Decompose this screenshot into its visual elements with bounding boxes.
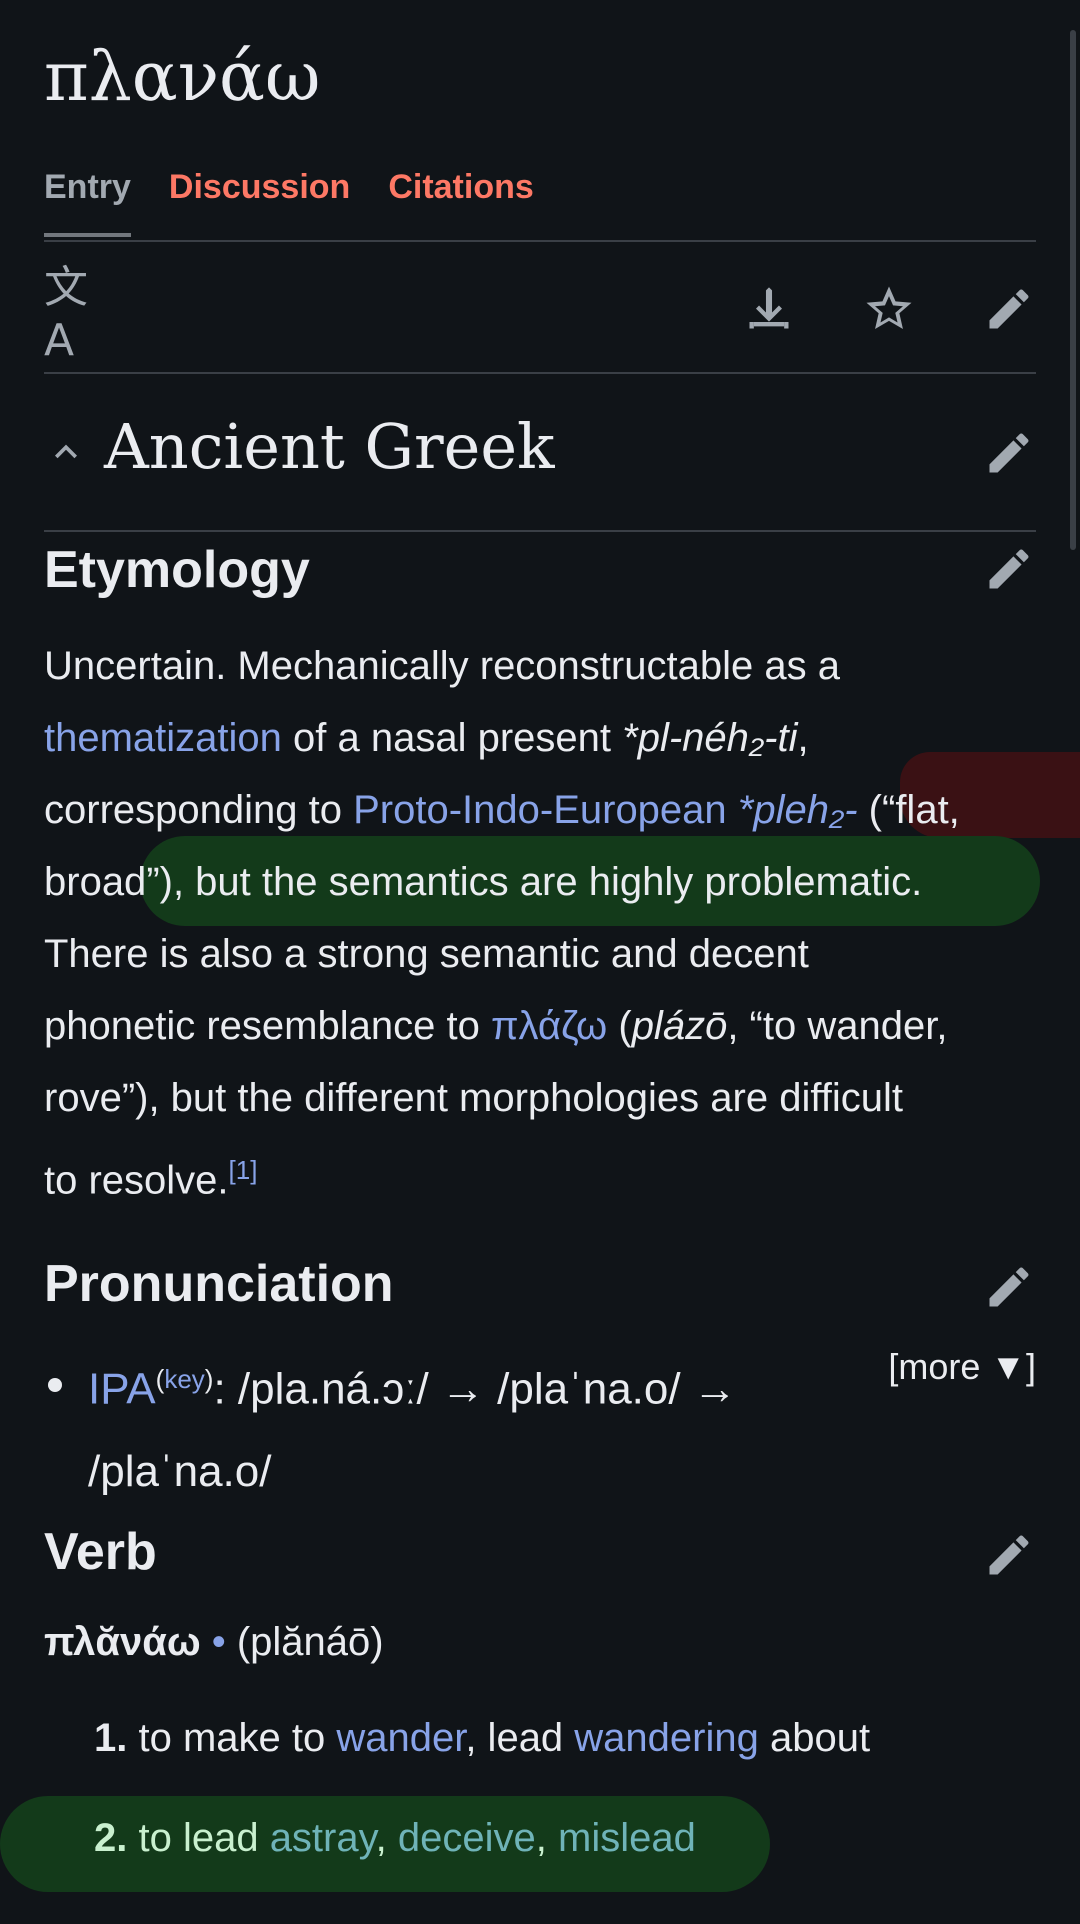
sense-2: 2. to lead astray, deceive, mislead <box>94 1816 696 1861</box>
ipa-text: : /pla.ná.ɔː/ → /plaˈna.o/ → <box>213 1364 737 1414</box>
link-proto-indo-european[interactable]: Proto-Indo-European <box>353 788 727 832</box>
punctuation: ( <box>607 1004 632 1048</box>
more-button[interactable]: [more ▼] <box>888 1346 1036 1388</box>
etymology-line: phonetic resemblance to <box>44 1004 491 1048</box>
edit-section-icon[interactable] <box>980 424 1038 482</box>
transliteration: plázō <box>631 1004 728 1048</box>
edit-pronunciation-icon[interactable] <box>980 1258 1038 1316</box>
link-deceive[interactable]: deceive <box>398 1816 536 1860</box>
pronunciation-heading: Pronunciation <box>44 1255 394 1313</box>
page-title: πλανάω <box>44 38 321 117</box>
star-icon[interactable] <box>860 280 918 338</box>
etymology-text: Uncertain. Mechanically reconstructable … <box>44 630 1044 1216</box>
punctuation: , <box>535 1816 558 1860</box>
etymology-line: (“flat, <box>857 788 960 832</box>
etymology-line: ”), but the semantics are highly problem… <box>146 860 923 904</box>
sense-number: 1. <box>94 1716 128 1760</box>
divider <box>44 530 1036 532</box>
section-heading[interactable]: Ancient Greek <box>104 410 555 483</box>
edit-etymology-icon[interactable] <box>980 540 1038 598</box>
form-reconstruction: *pl-néh₂-ti <box>622 716 798 760</box>
edit-icon[interactable] <box>980 280 1038 338</box>
link-thematization[interactable]: thematization <box>44 716 282 760</box>
headword-line: πλᾰνάω • (plănáō) <box>44 1620 384 1665</box>
link-ipa[interactable]: IPA <box>88 1365 156 1414</box>
link-astray[interactable]: astray <box>270 1816 376 1860</box>
sense-text: to lead <box>127 1816 270 1860</box>
etymology-line: of a nasal present <box>281 716 623 760</box>
etymology-line: There is also a strong semantic and dece… <box>44 932 809 976</box>
etymology-line: , “to wander, <box>727 1004 948 1048</box>
etymology-line: rove”), but the different morphologies a… <box>44 1076 903 1120</box>
headword: πλᾰνάω <box>44 1620 201 1664</box>
etymology-line: broad <box>44 860 147 904</box>
sense-1: 1. to make to wander, lead wandering abo… <box>94 1716 870 1761</box>
link-ipa-key[interactable]: key <box>164 1364 204 1394</box>
reference-link[interactable]: [1] <box>229 1155 258 1185</box>
bullet <box>48 1378 62 1392</box>
sense-number: 2. <box>94 1816 128 1860</box>
punctuation: , <box>797 716 809 760</box>
ipa-text: /plaˈna.o/ <box>88 1446 272 1496</box>
link-pie-root[interactable]: *pleh₂- <box>738 788 858 832</box>
scrollbar[interactable] <box>1070 30 1076 550</box>
link-mislead[interactable]: mislead <box>558 1816 696 1860</box>
etymology-heading: Etymology <box>44 541 310 599</box>
sense-text: , lead <box>465 1716 575 1760</box>
tab-discussion[interactable]: Discussion <box>169 168 350 237</box>
tab-entry[interactable]: Entry <box>44 168 131 237</box>
transliteration: (plănáō) <box>236 1620 384 1664</box>
link-wander[interactable]: wander <box>336 1716 465 1760</box>
separator: • <box>200 1620 237 1664</box>
verb-heading: Verb <box>44 1523 157 1581</box>
link-wandering[interactable]: wandering <box>574 1716 759 1760</box>
divider <box>44 372 1036 374</box>
etymology-line: Uncertain. Mechanically reconstructable … <box>44 644 840 688</box>
download-icon[interactable] <box>740 280 798 338</box>
chevron-up-icon[interactable] <box>44 430 88 474</box>
tab-bar: Entry Discussion Citations <box>44 168 1036 237</box>
tab-citations[interactable]: Citations <box>388 168 533 237</box>
translate-icon[interactable]: 文A <box>44 262 100 366</box>
etymology-line: to resolve. <box>44 1158 229 1203</box>
etymology-line: corresponding to <box>44 788 354 832</box>
punctuation: , <box>375 1816 398 1860</box>
link-plazo[interactable]: πλάζω <box>491 1004 607 1048</box>
sense-text: to make to <box>127 1716 337 1760</box>
edit-verb-icon[interactable] <box>980 1526 1038 1584</box>
sense-text: about <box>758 1716 871 1760</box>
divider <box>44 240 1036 242</box>
ipa-line: IPA(key): /pla.ná.ɔː/ → /plaˈna.o/ → /pl… <box>88 1364 737 1496</box>
